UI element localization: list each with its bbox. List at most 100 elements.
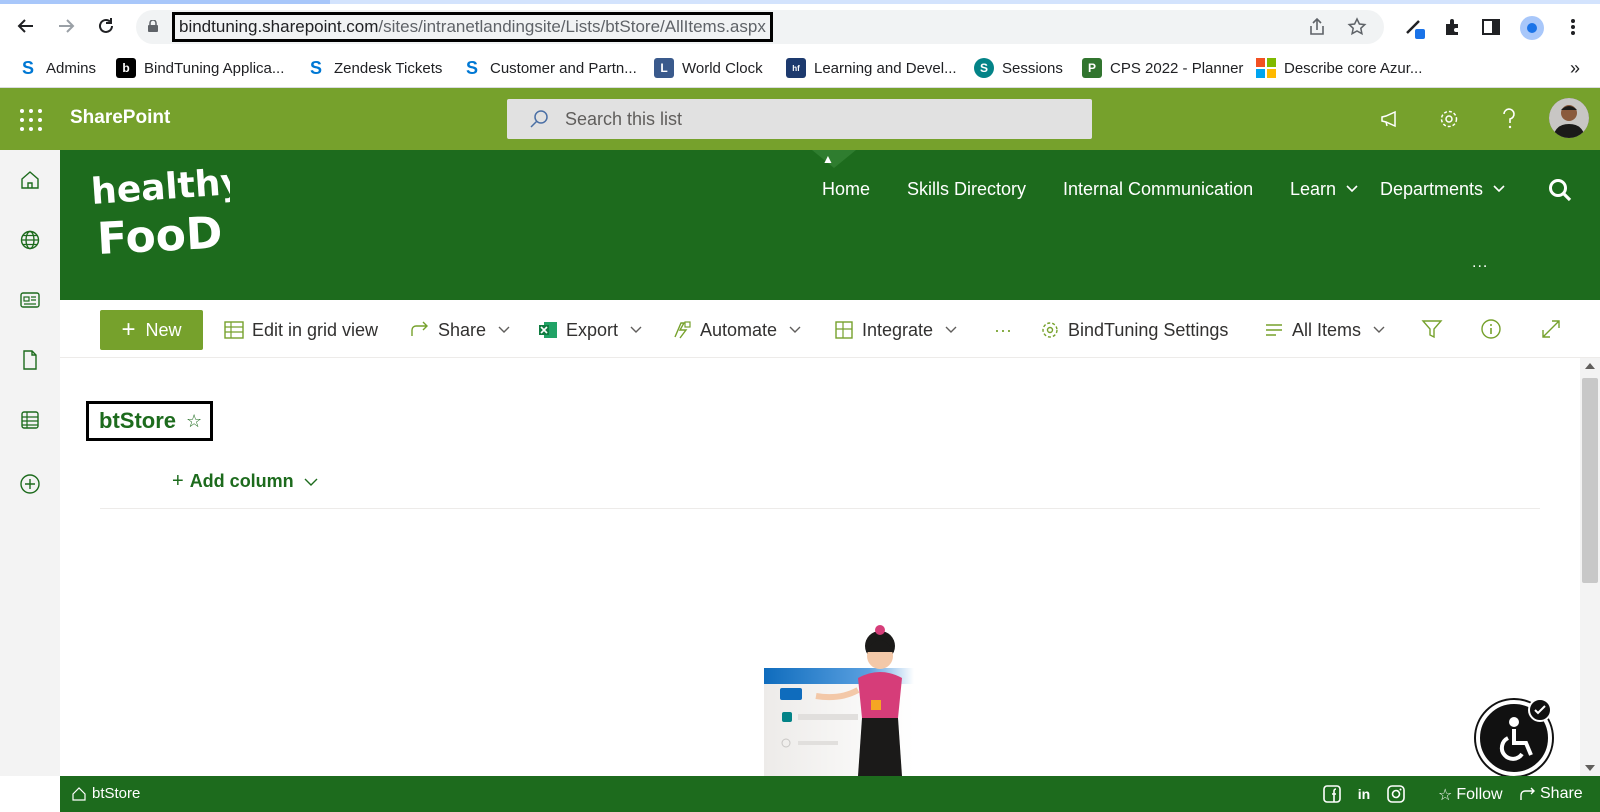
document-icon[interactable] bbox=[16, 346, 44, 374]
url-text[interactable]: bindtuning.sharepoint.com/sites/intranet… bbox=[172, 12, 773, 42]
scrollbar-thumb[interactable] bbox=[1582, 378, 1598, 583]
nav-item-skills-directory[interactable]: Skills Directory bbox=[907, 176, 1026, 202]
list-search-box[interactable] bbox=[507, 99, 1092, 139]
forward-arrow-icon bbox=[59, 19, 75, 33]
instagram-icon[interactable] bbox=[1386, 784, 1406, 804]
reload-button[interactable] bbox=[92, 12, 120, 40]
sharepoint-s-icon: S bbox=[18, 58, 38, 78]
lists-icon[interactable] bbox=[16, 406, 44, 434]
globe-icon[interactable] bbox=[16, 226, 44, 254]
bookmark-zendesk[interactable]: S Zendesk Tickets bbox=[306, 56, 442, 80]
scroll-up-arrow-icon[interactable] bbox=[1585, 363, 1595, 369]
nav-item-internal-communication[interactable]: Internal Communication bbox=[1063, 176, 1253, 202]
favorite-star-icon[interactable]: ☆ bbox=[186, 411, 202, 432]
bookmarks-overflow-button[interactable]: » bbox=[1570, 58, 1580, 79]
browser-menu-kebab-icon[interactable] bbox=[1560, 14, 1586, 40]
clock-icon: L bbox=[654, 58, 674, 78]
bookmark-bindtuning[interactable]: b BindTuning Applica... bbox=[116, 56, 284, 80]
expand-fullscreen-icon[interactable] bbox=[1539, 317, 1563, 341]
automate-flow-icon bbox=[674, 321, 691, 339]
chevron-down-icon bbox=[498, 326, 510, 333]
follow-button[interactable]: ☆ Follow bbox=[1438, 785, 1503, 805]
sharepoint-brand[interactable]: SharePoint bbox=[70, 107, 170, 129]
view-label: All Items bbox=[1292, 319, 1362, 340]
plus-icon: + bbox=[121, 316, 136, 343]
filter-icon[interactable] bbox=[1420, 317, 1444, 341]
bookmark-label: BindTuning Applica... bbox=[144, 59, 285, 77]
footer-breadcrumb-label: btStore bbox=[92, 785, 141, 802]
bookmark-learning[interactable]: hf Learning and Devel... bbox=[786, 56, 957, 80]
automate-button[interactable]: Automate bbox=[672, 318, 801, 342]
bindtuning-settings-button[interactable]: BindTuning Settings bbox=[1040, 318, 1228, 342]
plus-icon: + bbox=[172, 470, 184, 492]
forward-button[interactable] bbox=[52, 12, 80, 40]
bookmark-label: World Clock bbox=[682, 59, 763, 77]
search-icon bbox=[530, 110, 548, 128]
sharepoint-s-icon: S bbox=[306, 58, 326, 78]
back-arrow-icon bbox=[17, 19, 33, 33]
nav-collapse-tab[interactable] bbox=[812, 150, 856, 168]
nav-item-home[interactable]: Home bbox=[822, 176, 870, 202]
user-avatar[interactable] bbox=[1549, 98, 1589, 138]
vertical-scrollbar[interactable] bbox=[1580, 358, 1600, 776]
share-icon bbox=[1520, 787, 1535, 800]
chevron-down-icon bbox=[304, 478, 318, 486]
app-launcher-waffle-icon[interactable] bbox=[16, 105, 44, 133]
more-commands-button[interactable]: ··· bbox=[994, 318, 1012, 342]
browser-profile-avatar[interactable] bbox=[1520, 16, 1544, 40]
footer-share-button[interactable]: Share bbox=[1520, 785, 1583, 803]
bookmark-world-clock[interactable]: L World Clock bbox=[654, 56, 763, 80]
megaphone-icon[interactable] bbox=[1376, 105, 1404, 133]
nav-item-label: Home bbox=[822, 178, 871, 199]
bookmark-star-icon[interactable] bbox=[1346, 16, 1368, 38]
nav-item-departments[interactable]: Departments bbox=[1380, 176, 1505, 202]
chevron-down-icon bbox=[1493, 185, 1505, 193]
extension-pen-icon[interactable] bbox=[1402, 14, 1428, 40]
share-page-icon[interactable] bbox=[1306, 16, 1328, 38]
bookmark-sessions[interactable]: S Sessions bbox=[974, 56, 1063, 80]
settings-gear-icon[interactable] bbox=[1435, 105, 1463, 133]
footer-share-label: Share bbox=[1540, 785, 1583, 802]
list-view-icon bbox=[1266, 324, 1282, 336]
command-bar: + New Edit in grid view Share Export Aut… bbox=[60, 300, 1600, 358]
bookmark-label: Zendesk Tickets bbox=[334, 59, 443, 77]
bookmark-customer-partner[interactable]: S Customer and Partn... bbox=[462, 56, 637, 80]
footer-breadcrumb[interactable]: btStore bbox=[72, 785, 140, 802]
header-more-button[interactable]: ... bbox=[1472, 254, 1488, 272]
bookmark-planner[interactable]: P CPS 2022 - Planner bbox=[1082, 56, 1243, 80]
info-icon[interactable] bbox=[1479, 317, 1503, 341]
facebook-icon[interactable] bbox=[1322, 784, 1342, 804]
site-footer: btStore in ☆ Follow Share bbox=[60, 776, 1600, 812]
back-button[interactable] bbox=[12, 12, 40, 40]
new-button[interactable]: + New bbox=[100, 310, 203, 350]
integrate-button[interactable]: Integrate bbox=[834, 318, 957, 342]
extensions-puzzle-icon[interactable] bbox=[1440, 14, 1466, 40]
help-question-icon[interactable] bbox=[1495, 105, 1523, 133]
healthy-food-logo[interactable]: healthy FooD bbox=[90, 162, 230, 262]
export-button[interactable]: Export bbox=[538, 318, 642, 342]
grid-icon bbox=[224, 321, 244, 339]
site-search-icon[interactable] bbox=[1546, 176, 1574, 204]
checkmark-icon bbox=[1528, 698, 1552, 722]
bookmarks-bar: S Admins b BindTuning Applica... S Zende… bbox=[0, 48, 1600, 88]
scroll-down-arrow-icon[interactable] bbox=[1585, 765, 1595, 771]
address-bar[interactable]: bindtuning.sharepoint.com/sites/intranet… bbox=[136, 10, 1384, 44]
bookmark-azure[interactable]: Describe core Azur... bbox=[1256, 56, 1422, 80]
nav-item-label: Learn bbox=[1290, 178, 1337, 199]
view-selector-button[interactable]: All Items bbox=[1264, 318, 1385, 342]
search-input[interactable] bbox=[565, 108, 1065, 130]
home-icon[interactable] bbox=[16, 166, 44, 194]
linkedin-icon[interactable]: in bbox=[1354, 784, 1374, 804]
add-column-button[interactable]: + Add column bbox=[172, 470, 318, 493]
bookmark-admins[interactable]: S Admins bbox=[18, 56, 96, 80]
url-path: /sites/intranetlandingsite/Lists/btStore… bbox=[378, 17, 766, 36]
create-plus-icon[interactable] bbox=[16, 470, 44, 498]
side-panel-icon[interactable] bbox=[1478, 14, 1504, 40]
share-button[interactable]: Share bbox=[410, 318, 510, 342]
news-icon[interactable] bbox=[16, 286, 44, 314]
site-header: healthy FooD ▲ Home Skills Directory Int… bbox=[60, 150, 1600, 300]
nav-item-learn[interactable]: Learn bbox=[1290, 176, 1358, 202]
add-column-label: Add column bbox=[189, 471, 294, 491]
edit-grid-view-button[interactable]: Edit in grid view bbox=[224, 318, 378, 342]
list-title[interactable]: btStore bbox=[99, 408, 176, 434]
